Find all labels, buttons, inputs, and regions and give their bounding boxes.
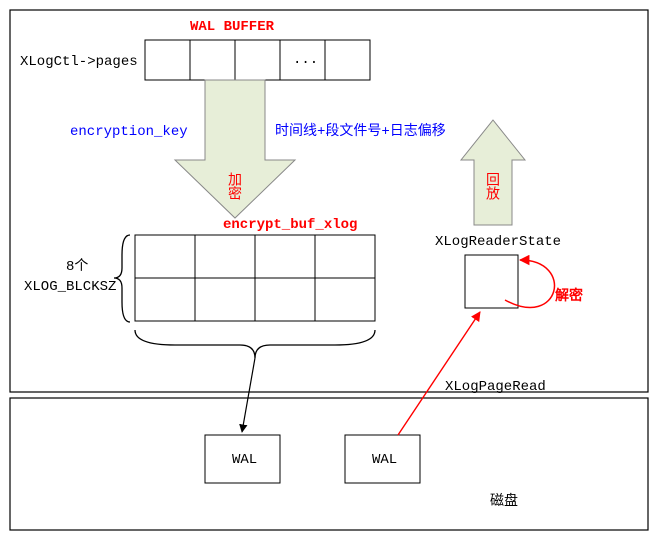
read-arrow (398, 312, 480, 435)
encrypt-arrow: 加密 (175, 80, 295, 218)
replay-arrow: 回放 (461, 120, 525, 225)
replay-arrow-label: 回放 (483, 172, 500, 201)
wal-file-2-label: WAL (372, 452, 397, 468)
grid-under-brace (135, 330, 375, 358)
wal-file-1-label: WAL (232, 452, 257, 468)
reader-label: XLogReaderState (435, 234, 561, 250)
encrypt-buf-grid (135, 235, 375, 321)
reader-box (465, 255, 518, 308)
disk-container (10, 398, 648, 530)
encrypt-buf-label: encrypt_buf_xlog (223, 217, 357, 233)
encryption-key-label: encryption_key (70, 124, 188, 140)
blocksize-label-1: 8个 (66, 258, 88, 275)
wal-encryption-diagram: WAL BUFFER XLogCtl->pages ... 加密 encrypt… (0, 0, 659, 539)
encryption-key-desc: 时间线+段文件号+日志偏移 (275, 123, 446, 140)
page-read-label: XLogPageRead (445, 379, 546, 395)
pages-label: XLogCtl->pages (20, 54, 138, 70)
encrypt-arrow-label: 加密 (225, 172, 242, 200)
disk-label: 磁盘 (490, 492, 518, 510)
wal-buffer-row: ... (145, 40, 370, 80)
decrypt-loop (505, 260, 555, 307)
title-wal-buffer: WAL BUFFER (190, 19, 275, 35)
decrypt-label: 解密 (555, 287, 583, 305)
write-arrow (242, 358, 255, 432)
blocksize-label-2: XLOG_BLCKSZ (24, 279, 116, 295)
wal-buffer-ellipsis: ... (293, 52, 318, 68)
